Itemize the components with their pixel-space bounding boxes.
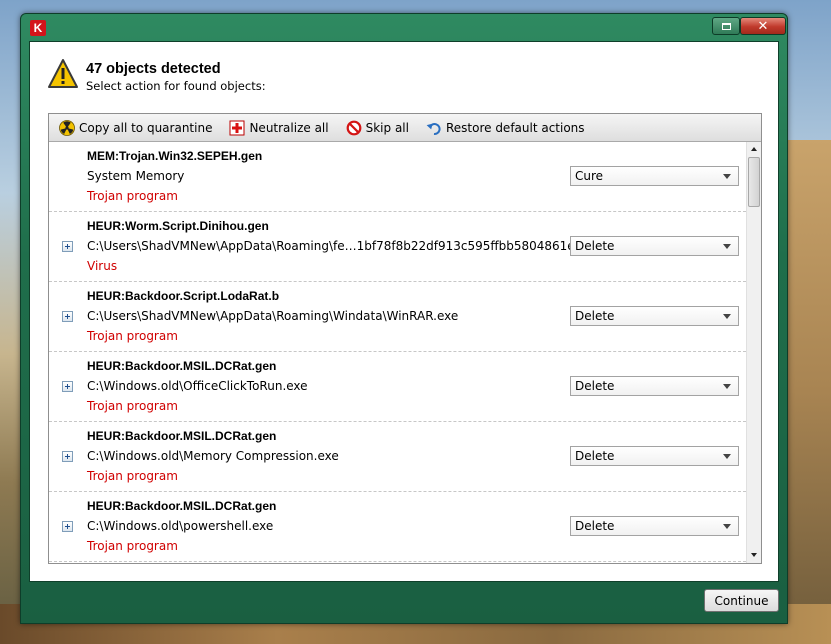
close-button[interactable]: ✕ xyxy=(740,17,786,35)
scroll-down-arrow-icon[interactable] xyxy=(747,548,762,563)
list-item: HEUR:Backdoor.MSIL.DCRat.gen C:\Windows.… xyxy=(49,352,746,422)
list-item: HEUR:Worm.Script.Dinihou.gen C:\Users\Sh… xyxy=(49,212,746,282)
expand-plus-icon[interactable] xyxy=(62,381,73,392)
action-value: Cure xyxy=(575,169,604,183)
kaspersky-logo-icon: K xyxy=(30,20,46,36)
first-aid-icon xyxy=(229,120,245,135)
prohibited-icon xyxy=(346,120,362,135)
copy-all-to-quarantine-button[interactable]: Copy all to quarantine xyxy=(59,119,213,136)
threat-type: Virus xyxy=(87,259,118,273)
threat-name: HEUR:Backdoor.Script.LodaRat.b xyxy=(87,289,280,303)
threat-name: HEUR:Backdoor.MSIL.DCRat.gen xyxy=(87,499,277,513)
action-dropdown[interactable]: Delete xyxy=(570,376,739,396)
chevron-down-icon xyxy=(723,244,731,249)
threat-name: MEM:Trojan.Win32.SEPEH.gen xyxy=(87,149,263,163)
list-item: MEM:Trojan.Win32.SEPEH.gen System Memory… xyxy=(49,142,746,212)
list-item: HEUR:Backdoor.Script.LodaRat.b C:\Users\… xyxy=(49,282,746,352)
vertical-scrollbar[interactable] xyxy=(746,142,761,563)
object-path: C:\Users\ShadVMNew\AppData\Roaming\fe…1b… xyxy=(87,239,609,253)
copy-all-label: Copy all to quarantine xyxy=(79,120,213,135)
warning-icon xyxy=(48,59,78,88)
threat-type: Trojan program xyxy=(87,189,178,203)
undo-arrow-icon xyxy=(426,122,441,135)
neutralize-all-label: Neutralize all xyxy=(249,120,329,135)
threat-type: Trojan program xyxy=(87,539,178,553)
object-path: C:\Windows.old\powershell.exe xyxy=(87,519,274,533)
detection-dialog: K ✕ 47 objects detected Select action fo… xyxy=(20,13,788,624)
action-dropdown[interactable]: Delete xyxy=(570,236,739,256)
threat-type: Trojan program xyxy=(87,469,178,483)
action-dropdown[interactable]: Delete xyxy=(570,306,739,326)
restore-defaults-label: Restore default actions xyxy=(445,120,585,135)
chevron-down-icon xyxy=(723,314,731,319)
chevron-down-icon xyxy=(723,174,731,179)
dialog-content: 47 objects detected Select action for fo… xyxy=(29,41,779,582)
page-subtitle: Select action for found objects: xyxy=(86,79,266,93)
chevron-down-icon xyxy=(723,384,731,389)
expand-plus-icon[interactable] xyxy=(62,451,73,462)
threat-type: Trojan program xyxy=(87,399,178,413)
title-bar[interactable]: K ✕ xyxy=(21,14,787,42)
threat-name: HEUR:Backdoor.MSIL.DCRat.gen xyxy=(87,429,277,443)
chevron-down-icon xyxy=(723,524,731,529)
object-path: C:\Users\ShadVMNew\AppData\Roaming\Winda… xyxy=(87,309,459,323)
detected-objects-list[interactable]: MEM:Trojan.Win32.SEPEH.gen System Memory… xyxy=(49,142,746,563)
expand-plus-icon[interactable] xyxy=(62,311,73,322)
maximize-icon xyxy=(721,22,731,30)
skip-all-label: Skip all xyxy=(365,120,409,135)
action-value: Delete xyxy=(575,309,615,323)
action-value: Delete xyxy=(575,519,615,533)
maximize-button[interactable] xyxy=(712,17,740,35)
actions-toolbar: Copy all to quarantine Neutralize all Sk… xyxy=(49,114,761,142)
expand-plus-icon[interactable] xyxy=(62,521,73,532)
action-dropdown[interactable]: Cure xyxy=(570,166,739,186)
objects-panel: Copy all to quarantine Neutralize all Sk… xyxy=(48,113,762,564)
action-value: Delete xyxy=(575,239,615,253)
scroll-thumb[interactable] xyxy=(748,157,760,207)
action-value: Delete xyxy=(575,379,615,393)
threat-name: HEUR:Backdoor.MSIL.DCRat.gen xyxy=(87,359,277,373)
expand-plus-icon[interactable] xyxy=(62,241,73,252)
threat-name: HEUR:Worm.Script.Dinihou.gen xyxy=(87,219,269,233)
threat-type: Trojan program xyxy=(87,329,178,343)
chevron-down-icon xyxy=(723,454,731,459)
skip-all-button[interactable]: Skip all xyxy=(346,120,409,136)
list-item: HEUR:Backdoor.MSIL.DCRat.gen C:\Windows.… xyxy=(49,492,746,562)
object-path: C:\Windows.old\OfficeClickToRun.exe xyxy=(87,379,308,393)
restore-default-actions-button[interactable]: Restore default actions xyxy=(426,120,585,136)
scroll-up-arrow-icon[interactable] xyxy=(747,142,762,157)
object-path: C:\Windows.old\Memory Compression.exe xyxy=(87,449,339,463)
continue-button[interactable]: Continue xyxy=(704,589,779,612)
neutralize-all-button[interactable]: Neutralize all xyxy=(229,120,329,136)
action-value: Delete xyxy=(575,449,615,463)
radiation-icon xyxy=(59,119,75,136)
page-title: 47 objects detected xyxy=(86,61,221,77)
list-item: HEUR:Backdoor.MSIL.DCRat.gen C:\Windows.… xyxy=(49,422,746,492)
action-dropdown[interactable]: Delete xyxy=(570,446,739,466)
object-path: System Memory xyxy=(87,169,185,183)
action-dropdown[interactable]: Delete xyxy=(570,516,739,536)
